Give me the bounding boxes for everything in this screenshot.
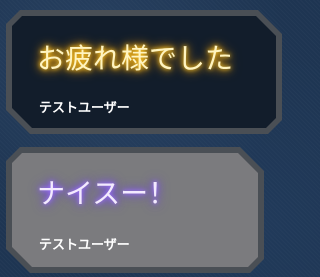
message-text: お疲れ様でした xyxy=(37,42,234,75)
sender-name: テストユーザー xyxy=(39,238,130,253)
sender-name: テストユーザー xyxy=(39,101,130,116)
chat-message-bubble: ナイスー！ テストユーザー xyxy=(6,147,264,273)
message-text: ナイスー！ xyxy=(37,177,177,210)
chat-message-bubble: お疲れ様でした テストユーザー xyxy=(6,10,282,134)
